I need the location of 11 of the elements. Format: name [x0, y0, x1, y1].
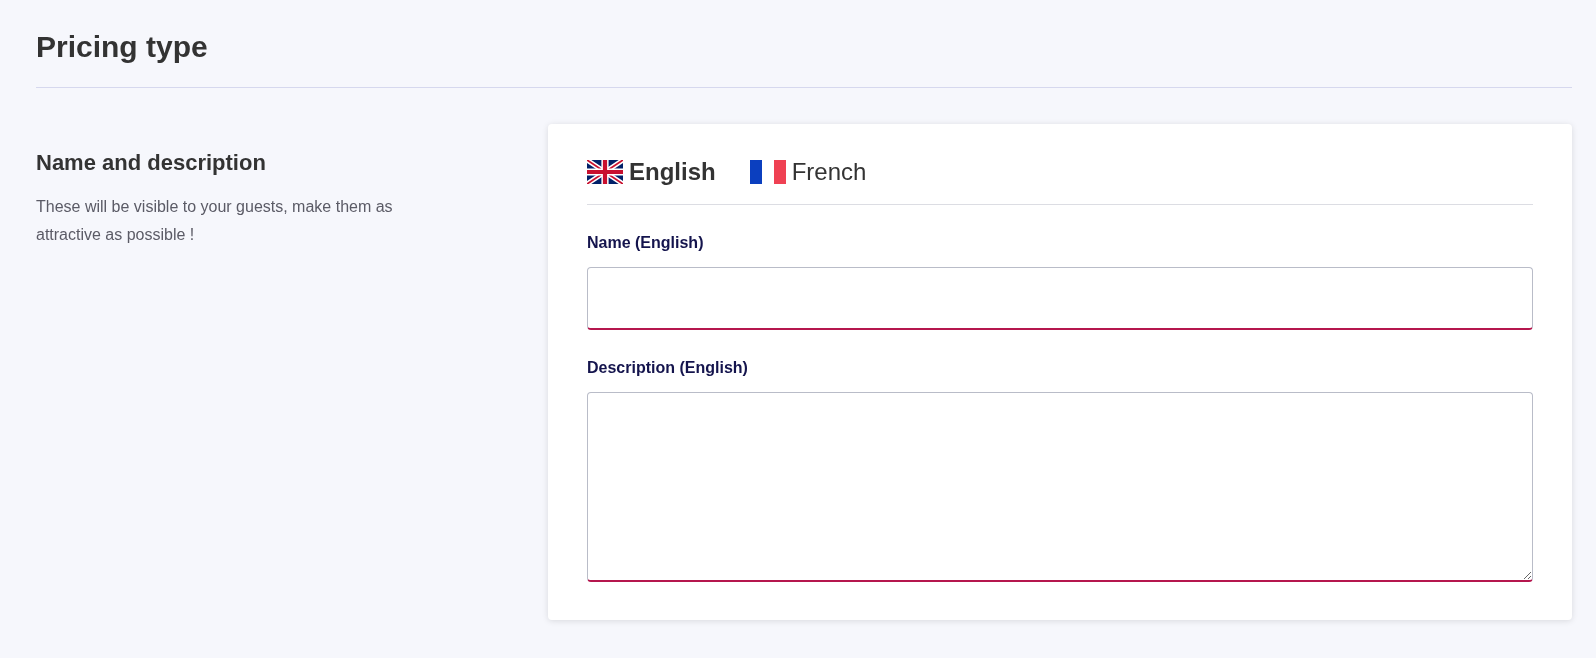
field-label: Description (English): [587, 358, 749, 378]
section-description: These will be visible to your guests, make them as attractive as possible !: [36, 197, 394, 245]
uk-flag-icon: [587, 160, 623, 184]
page-title: Pricing type: [36, 24, 1572, 88]
field-label: Name (English): [587, 233, 705, 253]
section-title: Name and description: [36, 149, 267, 177]
description-input-field[interactable]: [587, 392, 1533, 582]
name-input-field[interactable]: [587, 267, 1533, 330]
language-tab[interactable]: English: [587, 154, 716, 190]
france-flag-icon: [749, 160, 786, 184]
language-tab[interactable]: French: [749, 154, 867, 190]
